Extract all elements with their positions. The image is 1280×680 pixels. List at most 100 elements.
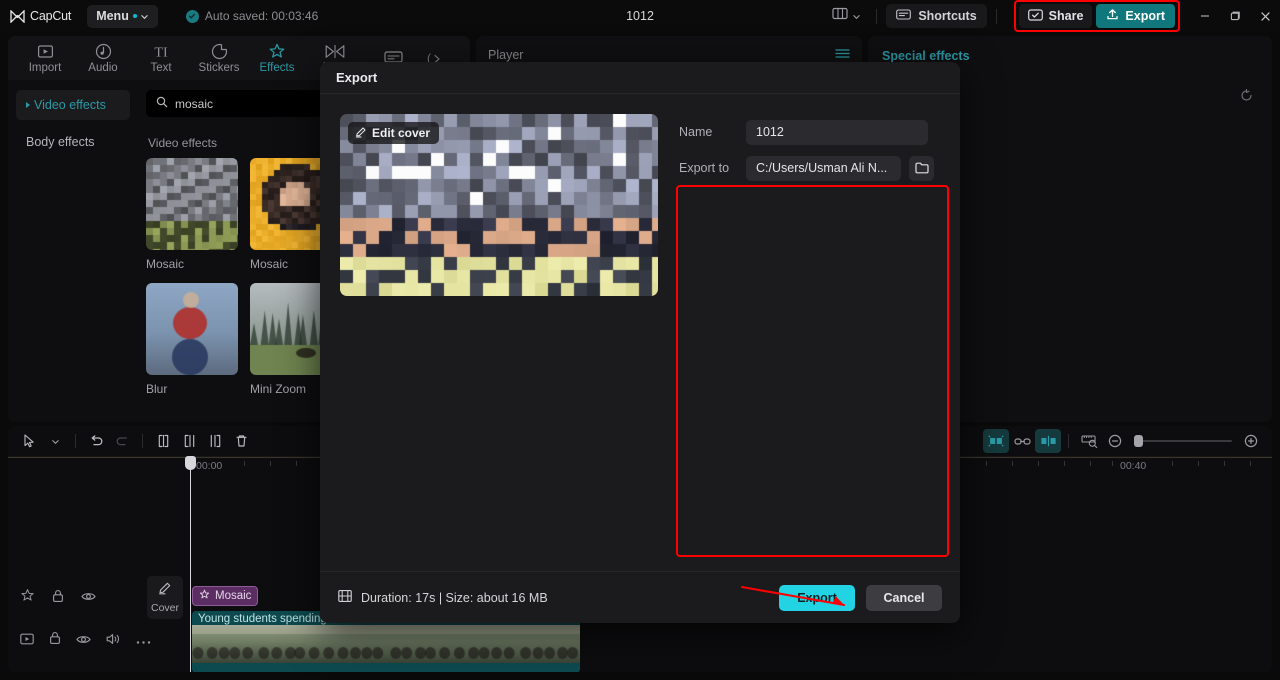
trim-right-icon[interactable] — [202, 429, 228, 453]
maximize-icon[interactable] — [1220, 0, 1250, 32]
export-dialog-header: Export — [320, 62, 960, 94]
transitions-icon — [325, 43, 345, 60]
menu-button[interactable]: Menu — [87, 4, 158, 28]
cover-button-label: Cover — [150, 602, 179, 614]
name-value: 1012 — [756, 125, 784, 139]
app-name: CapCut — [30, 9, 72, 23]
titlebar-right-group: Shortcuts Share Export — [826, 0, 1280, 32]
edit-cover-label: Edit cover — [372, 126, 431, 140]
tool-import-label: Import — [28, 61, 62, 74]
divider — [1068, 434, 1069, 448]
search-icon — [156, 95, 168, 113]
undo-icon[interactable] — [83, 429, 109, 453]
playhead-handle[interactable] — [185, 456, 196, 470]
zoom-in-icon[interactable] — [1238, 429, 1264, 453]
track-header-column — [8, 476, 151, 672]
stickers-icon — [211, 43, 228, 60]
effects-icon — [199, 589, 210, 603]
delete-icon[interactable] — [228, 429, 254, 453]
effect-track-header — [20, 588, 96, 608]
more-icon[interactable] — [136, 632, 151, 650]
check-circle-icon — [185, 9, 199, 23]
tool-effects[interactable]: Effects — [248, 37, 306, 79]
reset-icon[interactable] — [1239, 88, 1254, 108]
timeline-effect-clip[interactable]: Mosaic — [192, 586, 259, 606]
export-to-field-row: Export to C:/Users/Usman Ali N... — [679, 150, 940, 186]
triangle-right-icon — [26, 102, 30, 108]
snap-icon[interactable] — [1035, 429, 1061, 453]
shortcuts-label: Shortcuts — [918, 9, 977, 23]
effect-thumbnail — [146, 283, 238, 375]
cover-preview-section: Edit cover — [340, 114, 658, 296]
share-button[interactable]: Share — [1018, 4, 1093, 28]
category-video-effects[interactable]: Video effects — [16, 90, 130, 120]
duration-info: Duration: 17s | Size: about 16 MB — [338, 589, 548, 606]
tool-stickers[interactable]: Stickers — [190, 37, 248, 79]
tool-import[interactable]: Import — [16, 37, 74, 79]
app-logo: CapCut — [10, 9, 71, 23]
chevron-down-icon — [140, 12, 149, 21]
volume-icon[interactable] — [106, 632, 121, 650]
zoom-slider[interactable] — [1134, 435, 1232, 447]
name-input[interactable]: 1012 — [746, 119, 928, 145]
effects-icon[interactable] — [20, 588, 35, 608]
auto-adjust-icon[interactable] — [983, 429, 1009, 453]
timeline-tools-right — [983, 429, 1264, 453]
effects-icon — [268, 43, 286, 60]
zoom-out-icon[interactable] — [1102, 429, 1128, 453]
export-button-titlebar[interactable]: Export — [1096, 4, 1175, 28]
video-icon[interactable] — [20, 632, 34, 650]
effect-card[interactable]: Mosaic — [146, 158, 238, 271]
lock-icon[interactable] — [49, 631, 61, 650]
ruler-time-start: 00:00 — [196, 460, 223, 472]
menu-badge-dot — [132, 14, 137, 18]
eye-icon[interactable] — [76, 632, 91, 650]
minimize-icon[interactable] — [1190, 0, 1220, 32]
select-cursor-icon[interactable] — [16, 429, 42, 453]
divider — [75, 434, 76, 448]
share-icon — [1027, 8, 1043, 24]
cancel-button[interactable]: Cancel — [866, 584, 942, 611]
divider — [876, 8, 878, 24]
svg-text:TI: TI — [154, 45, 168, 59]
export-dialog-body: Edit cover Name 1012 Export to C:/Users/… — [320, 94, 960, 296]
ruler-time-mid: 00:40 — [1120, 460, 1147, 472]
chevron-down-icon[interactable] — [42, 429, 68, 453]
export-pointer-arrow — [740, 585, 846, 607]
close-icon[interactable] — [1250, 0, 1280, 32]
zoom-slider-handle[interactable] — [1134, 435, 1143, 447]
video-clip-filmstrip — [192, 625, 580, 663]
folder-icon[interactable] — [909, 155, 934, 181]
tool-audio[interactable]: Audio — [74, 37, 132, 79]
zoom-fit-icon[interactable] — [1076, 429, 1102, 453]
lock-icon[interactable] — [52, 589, 64, 608]
export-to-label: Export to — [679, 161, 730, 175]
effect-name: Mosaic — [146, 257, 185, 271]
capcut-window: CapCut Menu Auto saved: 00:03:46 1012 Sh… — [0, 0, 1280, 680]
cover-button[interactable]: Cover — [147, 576, 183, 619]
effect-clip-label: Mosaic — [215, 590, 252, 602]
window-controls — [1190, 0, 1280, 32]
trim-left-icon[interactable] — [176, 429, 202, 453]
tool-audio-label: Audio — [88, 61, 118, 74]
effect-card[interactable]: Blur — [146, 283, 238, 396]
split-icon[interactable] — [150, 429, 176, 453]
export-dialog-footer: Duration: 17s | Size: about 16 MB Export… — [320, 571, 960, 623]
redo-icon[interactable] — [109, 429, 135, 453]
tab-special-effects[interactable]: Special effects — [882, 49, 970, 63]
export-label: Export — [1125, 9, 1165, 23]
layout-button[interactable] — [826, 7, 867, 25]
eye-icon[interactable] — [81, 589, 96, 607]
name-label: Name — [679, 125, 713, 139]
tool-text[interactable]: TI Text — [132, 37, 190, 79]
audio-icon — [95, 43, 112, 60]
shortcuts-button[interactable]: Shortcuts — [886, 4, 987, 28]
autosave-text: Auto saved: 00:03:46 — [204, 9, 319, 23]
category-body-effects[interactable]: Body effects — [16, 127, 130, 157]
duration-text: Duration: 17s | Size: about 16 MB — [361, 590, 548, 605]
export-path-input[interactable]: C:/Users/Usman Ali N... — [746, 155, 901, 181]
link-icon[interactable] — [1009, 429, 1035, 453]
layout-icon — [832, 7, 848, 25]
playhead[interactable] — [185, 456, 196, 672]
edit-cover-button[interactable]: Edit cover — [348, 122, 440, 144]
